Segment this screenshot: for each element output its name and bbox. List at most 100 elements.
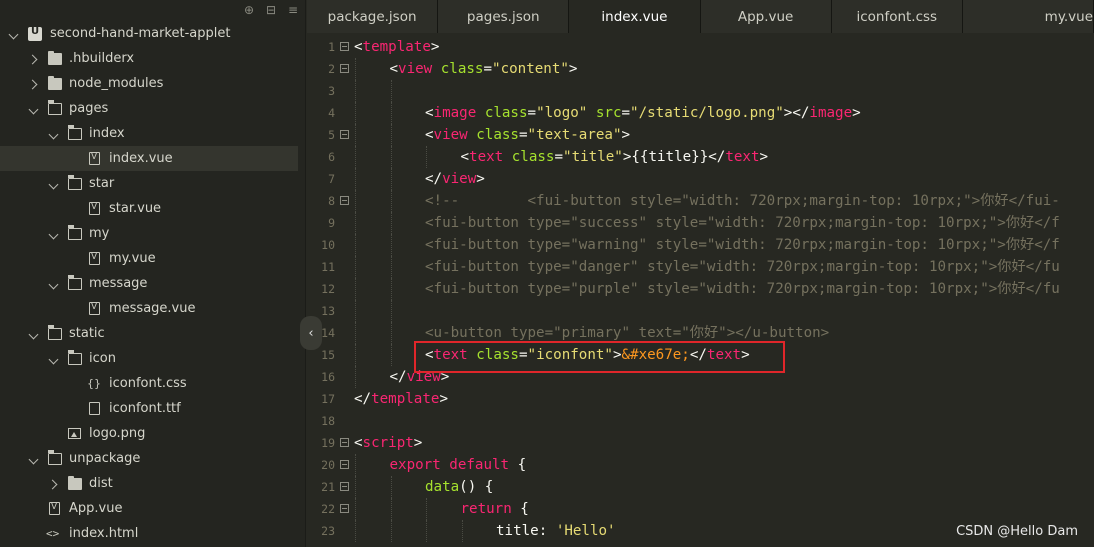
chevron-down-icon[interactable] — [28, 103, 40, 115]
tree-item-hbuilderx[interactable]: .hbuilderx — [0, 46, 298, 71]
code-token: : — [538, 523, 556, 539]
tree-item-star-vue[interactable]: star.vue — [0, 196, 298, 221]
tree-item-iconfont-ttf[interactable]: iconfont.ttf — [0, 396, 298, 421]
tree-item-node-modules[interactable]: node_modules — [0, 71, 298, 96]
code-line[interactable]: 10 <fui-button type="warning" style="widt… — [307, 234, 1094, 256]
code-text: title: 'Hello' — [496, 520, 616, 542]
chevron-down-icon[interactable] — [28, 328, 40, 340]
code-token: "/static/logo.png" — [630, 105, 784, 121]
code-line[interactable]: 7 </view> — [307, 168, 1094, 190]
tab-pages-json[interactable]: pages.json — [438, 0, 570, 33]
tree-item-message-vue[interactable]: message.vue — [0, 296, 298, 321]
code-line[interactable]: 8 <!-- <fui-button style="width: 720rpx;m… — [307, 190, 1094, 212]
code-line[interactable]: 13 — [307, 300, 1094, 322]
tab-package-json[interactable]: package.json — [307, 0, 439, 33]
fold-toggle-icon[interactable] — [340, 64, 349, 73]
code-token: default — [449, 457, 510, 473]
tab-index-vue[interactable]: index.vue — [569, 0, 701, 33]
tree-item-label: second-hand-market-applet — [50, 26, 231, 41]
code-line[interactable]: 5 <view class="text-area"> — [307, 124, 1094, 146]
indent-guide — [355, 58, 356, 80]
tree-item-my-vue[interactable]: my.vue — [0, 246, 298, 271]
chevron-down-icon[interactable] — [48, 278, 60, 290]
indent-guide — [355, 256, 356, 278]
locate-icon[interactable]: ⊕ — [241, 2, 257, 18]
tab-app-vue[interactable]: App.vue — [700, 0, 832, 33]
folder-open-icon — [47, 450, 62, 465]
tree-item-message[interactable]: message — [0, 271, 298, 296]
code-line[interactable]: 11 <fui-button type="danger" style="width… — [307, 256, 1094, 278]
line-number: 9 — [328, 216, 335, 230]
tree-item-static[interactable]: static — [0, 321, 298, 346]
code-line[interactable]: 2 <view class="content"> — [307, 58, 1094, 80]
chevron-down-icon[interactable] — [8, 28, 20, 40]
collapse-all-icon[interactable]: ⊟ — [263, 2, 279, 18]
folder-icon — [48, 50, 62, 65]
chevron-down-icon[interactable] — [48, 178, 60, 190]
chevron-down-icon[interactable] — [48, 228, 60, 240]
vue-file-icon — [89, 302, 100, 315]
fold-toggle-icon[interactable] — [340, 196, 349, 205]
indent-guide — [390, 322, 392, 344]
fold-toggle-icon[interactable] — [340, 438, 349, 447]
chevron-right-icon[interactable] — [28, 78, 40, 90]
tab-label: pages.json — [466, 8, 540, 25]
code-line[interactable]: 19 <script> — [307, 432, 1094, 454]
code-line[interactable]: 17 </template> — [307, 388, 1094, 410]
line-number: 21 — [321, 480, 335, 494]
code-line[interactable]: 21 data() { — [307, 476, 1094, 498]
tree-item-my[interactable]: my — [0, 221, 298, 246]
tree-item-iconfont-css[interactable]: {} iconfont.css — [0, 371, 298, 396]
tree-item-index[interactable]: index — [0, 121, 298, 146]
code-line[interactable]: 9 <fui-button type="success" style="width… — [307, 212, 1094, 234]
fold-toggle-icon[interactable] — [340, 482, 349, 491]
fold-toggle-icon[interactable] — [340, 504, 349, 513]
fold-toggle-icon[interactable] — [340, 460, 349, 469]
tree-item-icon[interactable]: icon — [0, 346, 298, 371]
menu-icon[interactable]: ≡ — [285, 2, 301, 18]
chevron-right-icon[interactable] — [48, 478, 60, 490]
line-number: 20 — [321, 458, 335, 472]
tab-my-vue[interactable]: my.vue — [962, 0, 1094, 33]
line-number: 2 — [328, 62, 335, 76]
folder-open-icon — [67, 125, 82, 140]
code-token: view — [398, 61, 433, 77]
tree-item-index-vue[interactable]: index.vue — [0, 146, 298, 171]
folder-open-icon — [47, 325, 62, 340]
indent-guide — [355, 476, 356, 498]
fold-toggle-icon[interactable] — [340, 130, 349, 139]
tree-item-star[interactable]: star — [0, 171, 298, 196]
code-line[interactable]: 12 <fui-button type="purple" style="width… — [307, 278, 1094, 300]
code-line[interactable]: 4 <image class="logo" src="/static/logo.p… — [307, 102, 1094, 124]
code-token: class — [476, 127, 519, 143]
code-text: data() { — [425, 476, 493, 498]
tree-item-unpackage[interactable]: unpackage — [0, 446, 298, 471]
chevron-right-icon[interactable] — [28, 53, 40, 65]
code-line[interactable]: 1 <template> — [307, 36, 1094, 58]
collapse-sidebar-button[interactable]: ‹ — [300, 316, 322, 350]
tree-item-second-hand-market-applet[interactable]: second-hand-market-applet — [0, 21, 298, 46]
line-number: 11 — [321, 260, 335, 274]
code-line[interactable]: 18 — [307, 410, 1094, 432]
code-editor[interactable]: 1 <template> 2 <view class="content"> 3 4 <ima… — [307, 33, 1094, 547]
chevron-down-icon[interactable] — [28, 453, 40, 465]
code-line[interactable]: 3 — [307, 80, 1094, 102]
fold-toggle-icon[interactable] — [340, 42, 349, 51]
code-token: class — [511, 149, 555, 165]
chevron-down-icon[interactable] — [48, 353, 60, 365]
tree-item-app-vue[interactable]: App.vue — [0, 496, 298, 521]
tab-iconfont-css[interactable]: iconfont.css — [831, 0, 963, 33]
tree-item-index-html[interactable]: <> index.html — [0, 521, 298, 546]
tree-item-dist[interactable]: dist — [0, 471, 298, 496]
line-number: 16 — [321, 370, 335, 384]
tree-item-pages[interactable]: pages — [0, 96, 298, 121]
tree-item-logo-png[interactable]: logo.png — [0, 421, 298, 446]
watermark: CSDN @Hello Dam — [956, 524, 1078, 539]
code-line[interactable]: 22 return { — [307, 498, 1094, 520]
code-line[interactable]: 20 export default { — [307, 454, 1094, 476]
line-number: 19 — [321, 436, 335, 450]
code-line[interactable]: 6 <text class="title">{{title}}</text> — [307, 146, 1094, 168]
chevron-down-icon[interactable] — [48, 128, 60, 140]
